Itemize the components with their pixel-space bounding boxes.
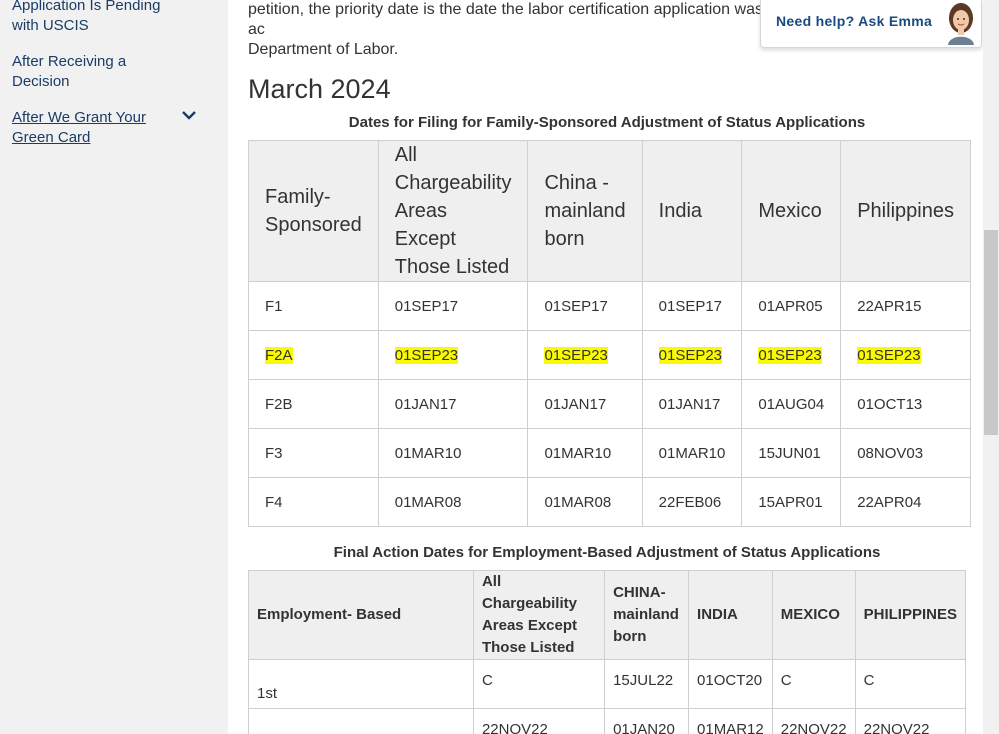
table-cell: 01SEP17 bbox=[527, 281, 643, 331]
table-cell: 15JUL22 bbox=[604, 659, 690, 709]
table-header-row: Employment- Based All Chargeability Area… bbox=[248, 570, 967, 660]
scrollbar-thumb[interactable] bbox=[984, 230, 998, 435]
column-header: PHILIPPINES bbox=[854, 570, 967, 660]
highlighted-text: 01SEP23 bbox=[758, 346, 822, 364]
sidebar-item-label: Decision bbox=[12, 73, 70, 90]
family-table-caption: Dates for Filing for Family-Sponsored Ad… bbox=[348, 114, 866, 131]
table-cell: F2A bbox=[248, 330, 379, 380]
intro-line: Department of Labor. bbox=[248, 41, 399, 58]
table-row: F3 01MAR10 01MAR10 01MAR10 15JUN01 08NOV… bbox=[248, 428, 971, 478]
table-row: F4 01MAR08 01MAR08 22FEB06 15APR01 22APR… bbox=[248, 477, 971, 527]
table-cell: 22FEB06 bbox=[641, 477, 743, 527]
ask-emma-label: Need help? Ask Emma bbox=[776, 13, 933, 29]
table-cell: 15APR01 bbox=[741, 477, 842, 527]
table-cell: 01MAR10 bbox=[527, 428, 643, 478]
table-row: F2B 01JAN17 01JAN17 01JAN17 01AUG04 01OC… bbox=[248, 379, 971, 429]
main-content: petition, the priority date is the date … bbox=[248, 0, 988, 734]
sidebar-item-after-green-card[interactable]: After We Grant Your Green Card bbox=[12, 108, 192, 148]
table-cell: F2B bbox=[248, 379, 379, 429]
sidebar-item-label: Green Card bbox=[12, 129, 91, 146]
table-cell: 01JAN17 bbox=[641, 379, 743, 429]
highlighted-text: 01SEP23 bbox=[544, 346, 608, 364]
employment-table-caption: Final Action Dates for Employment-Based … bbox=[333, 544, 881, 561]
intro-paragraph: petition, the priority date is the date … bbox=[248, 0, 768, 60]
column-header: India bbox=[641, 140, 743, 282]
table-cell: 01SEP23 bbox=[840, 330, 971, 380]
highlighted-text: 01SEP23 bbox=[394, 346, 459, 364]
column-header: Employment- Based bbox=[248, 570, 474, 660]
column-header: Mexico bbox=[741, 140, 842, 282]
table-cell: 2nd bbox=[248, 708, 474, 734]
table-cell: 01APR05 bbox=[741, 281, 842, 331]
table-cell: 01SEP17 bbox=[377, 281, 529, 331]
table-row-highlighted: F2A 01SEP23 01SEP23 01SEP23 01SEP23 01SE… bbox=[248, 330, 971, 380]
sidebar-nav: Application Is Pending with USCIS After … bbox=[0, 0, 228, 734]
table-cell: 01MAR10 bbox=[377, 428, 529, 478]
column-header: INDIA bbox=[688, 570, 773, 660]
table-cell: 22APR15 bbox=[840, 281, 971, 331]
column-header: Philippines bbox=[840, 140, 971, 282]
table-cell: 1st bbox=[248, 659, 474, 709]
table-cell: F1 bbox=[248, 281, 379, 331]
table-cell: C bbox=[854, 659, 967, 709]
table-header-row: Family-Sponsored All Chargeability Areas… bbox=[248, 140, 971, 282]
table-cell: 01SEP23 bbox=[377, 330, 529, 380]
table-cell: 01JAN20 bbox=[604, 708, 690, 734]
table-cell: C bbox=[472, 659, 606, 709]
sidebar-item-after-decision[interactable]: After Receiving a Decision bbox=[12, 52, 192, 92]
emma-avatar-icon bbox=[948, 3, 974, 45]
table-cell: 01MAR08 bbox=[527, 477, 643, 527]
table-cell: 22APR04 bbox=[840, 477, 971, 527]
column-header: All Chargeability Areas Except Those Lis… bbox=[377, 140, 529, 282]
table-cell: C bbox=[771, 659, 856, 709]
chevron-down-icon[interactable] bbox=[180, 106, 198, 124]
table-cell: 08NOV03 bbox=[840, 428, 971, 478]
sidebar-item-label: with USCIS bbox=[12, 17, 89, 34]
table-cell: 22NOV22 bbox=[771, 708, 856, 734]
table-cell: 01SEP23 bbox=[641, 330, 743, 380]
ask-emma-widget[interactable]: Need help? Ask Emma bbox=[760, 0, 982, 48]
sidebar-item-label: After We Grant Your bbox=[12, 109, 146, 126]
table-cell: 01MAR12 bbox=[688, 708, 773, 734]
family-sponsored-table: Family-Sponsored All Chargeability Areas… bbox=[248, 140, 971, 527]
table-cell: 22NOV22 bbox=[472, 708, 606, 734]
column-header: China - mainland born bbox=[527, 140, 643, 282]
sidebar-item-label: Application Is Pending bbox=[12, 0, 161, 14]
highlighted-text: F2A bbox=[265, 346, 293, 364]
table-row: F1 01SEP17 01SEP17 01SEP17 01APR05 22APR… bbox=[248, 281, 971, 331]
column-header: Family-Sponsored bbox=[248, 140, 379, 282]
table-cell: 01AUG04 bbox=[741, 379, 842, 429]
column-header: MEXICO bbox=[771, 570, 856, 660]
table-cell: 01MAR10 bbox=[641, 428, 743, 478]
sidebar-item-application-pending[interactable]: Application Is Pending with USCIS bbox=[12, 0, 192, 36]
table-cell: F3 bbox=[248, 428, 379, 478]
column-header: All Chargeability Areas Except Those Lis… bbox=[472, 570, 606, 660]
intro-line: petition, the priority date is the date … bbox=[248, 1, 763, 38]
month-heading: March 2024 bbox=[248, 74, 391, 104]
table-cell: 01OCT20 bbox=[688, 659, 773, 709]
employment-based-table: Employment- Based All Chargeability Area… bbox=[248, 570, 967, 734]
table-cell: F4 bbox=[248, 477, 379, 527]
table-cell: 22NOV22 bbox=[854, 708, 967, 734]
table-cell: 01SEP23 bbox=[741, 330, 842, 380]
table-row: 2nd 22NOV22 01JAN20 01MAR12 22NOV22 22NO… bbox=[248, 708, 967, 734]
column-header: CHINA-mainland born bbox=[604, 570, 690, 660]
table-cell: 15JUN01 bbox=[741, 428, 842, 478]
highlighted-text: 01SEP23 bbox=[857, 346, 921, 364]
table-cell: 01MAR08 bbox=[377, 477, 529, 527]
table-cell: 01OCT13 bbox=[840, 379, 971, 429]
sidebar-item-label: After Receiving a bbox=[12, 53, 127, 70]
table-cell: 01JAN17 bbox=[377, 379, 529, 429]
table-cell: 01SEP23 bbox=[527, 330, 643, 380]
highlighted-text: 01SEP23 bbox=[658, 346, 723, 364]
table-cell: 01JAN17 bbox=[527, 379, 643, 429]
table-row: 1st C 15JUL22 01OCT20 C C bbox=[248, 659, 967, 709]
table-cell: 01SEP17 bbox=[641, 281, 743, 331]
